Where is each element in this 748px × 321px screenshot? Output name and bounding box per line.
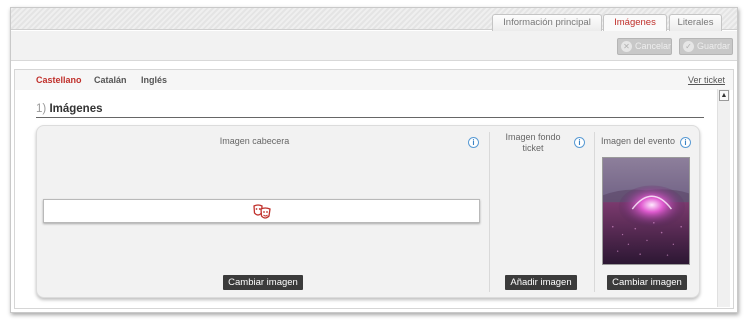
action-toolbar: ✕ Cancelar ✓ Guardar	[11, 31, 737, 61]
check-icon: ✓	[683, 41, 694, 52]
header-image-label: Imagen cabecera	[219, 136, 290, 146]
tab-literales[interactable]: Literales	[669, 14, 722, 31]
cancel-button[interactable]: ✕ Cancelar	[617, 38, 672, 55]
add-background-image-button[interactable]: Añadir imagen	[505, 275, 577, 290]
lang-catalan[interactable]: Catalán	[94, 75, 127, 85]
editor-window: Información principal Imágenes Literales…	[10, 7, 738, 313]
images-panel: Imagen cabecera i Cambiar imagen Imagen …	[36, 125, 700, 298]
tab-strip: Información principal Imágenes Literales	[11, 8, 737, 32]
theater-masks-icon	[253, 204, 271, 219]
column-divider	[594, 132, 595, 292]
section-title: 1) Imágenes	[36, 103, 103, 115]
event-image-info-icon[interactable]: i	[680, 137, 691, 148]
event-change-image-button[interactable]: Cambiar imagen	[607, 275, 687, 290]
background-image-label: Imagen fondo ticket	[505, 132, 561, 153]
lang-ingles[interactable]: Inglés	[141, 75, 167, 85]
background-image-info-icon[interactable]: i	[574, 137, 585, 148]
vertical-scrollbar[interactable]: ▲	[717, 89, 730, 307]
event-image-label: Imagen del evento	[600, 136, 676, 146]
view-ticket-link[interactable]: Ver ticket	[688, 75, 725, 85]
tab-imagenes[interactable]: Imágenes	[603, 14, 667, 32]
lang-castellano[interactable]: Castellano	[36, 75, 82, 85]
save-button[interactable]: ✓ Guardar	[679, 38, 733, 55]
section-number: 1)	[36, 103, 47, 115]
save-label: Guardar	[697, 41, 731, 51]
tab-informacion-principal[interactable]: Información principal	[492, 14, 602, 31]
cancel-icon: ✕	[621, 41, 632, 52]
event-photo	[602, 157, 690, 265]
header-change-image-button[interactable]: Cambiar imagen	[223, 275, 303, 290]
section-divider	[36, 117, 704, 118]
header-image-preview	[43, 199, 480, 223]
header-image-info-icon[interactable]: i	[468, 137, 479, 148]
column-divider	[489, 132, 490, 292]
language-bar: Castellano Catalán Inglés Ver ticket	[15, 70, 733, 90]
scroll-up-icon[interactable]: ▲	[719, 90, 729, 101]
section-heading: Imágenes	[49, 103, 103, 115]
main-content: Castellano Catalán Inglés Ver ticket 1) …	[14, 69, 734, 309]
cancel-label: Cancelar	[635, 41, 672, 51]
